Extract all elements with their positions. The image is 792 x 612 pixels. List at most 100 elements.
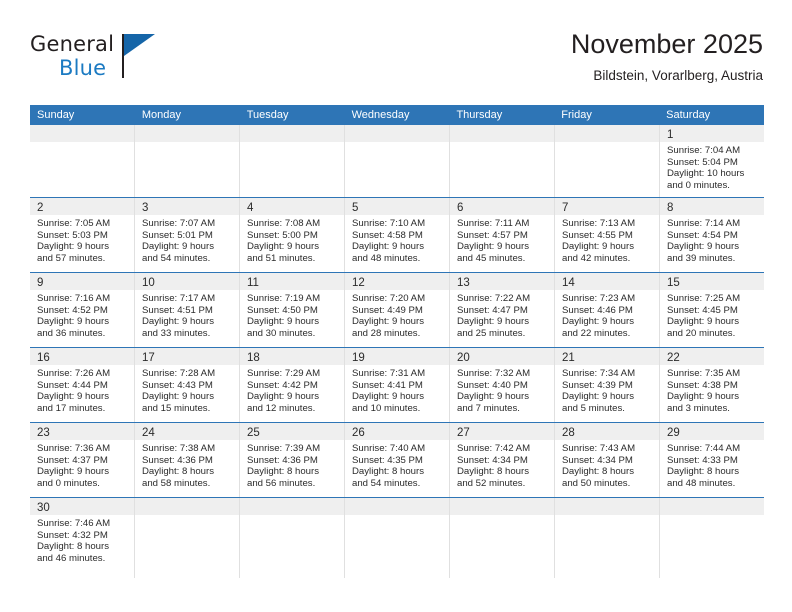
day-number: 6 [457, 202, 464, 214]
day-detail-daylight2: and 28 minutes. [352, 327, 421, 339]
calendar-day-cell[interactable]: 27 Sunrise: 7:42 AM Sunset: 4:34 PM Dayligh… [450, 423, 555, 497]
day-detail-daylight1: Daylight: 9 hours [142, 391, 214, 403]
calendar-day-cell[interactable]: 28 Sunrise: 7:43 AM Sunset: 4:34 PM Dayligh… [555, 423, 660, 497]
day-detail-sunset: Sunset: 4:45 PM [667, 304, 738, 316]
calendar-day-cell[interactable]: 15 Sunrise: 7:25 AM Sunset: 4:45 PM Dayligh… [660, 273, 764, 347]
calendar-day-cell[interactable]: 6 Sunrise: 7:11 AM Sunset: 4:57 PM Daylight… [450, 198, 555, 272]
day-number: 22 [667, 352, 680, 364]
day-number-band: 28 [555, 423, 659, 440]
day-number: 14 [562, 277, 575, 289]
calendar-day-cell[interactable]: 19 Sunrise: 7:31 AM Sunset: 4:41 PM Dayligh… [345, 348, 450, 422]
day-number: 28 [562, 427, 575, 439]
day-detail-daylight2: and 48 minutes. [352, 252, 421, 264]
calendar-day-cell[interactable]: 23 Sunrise: 7:36 AM Sunset: 4:37 PM Dayligh… [30, 423, 135, 497]
day-number-band: 17 [135, 348, 239, 365]
calendar-cell-empty [450, 125, 555, 197]
calendar-day-cell[interactable]: 13 Sunrise: 7:22 AM Sunset: 4:47 PM Dayligh… [450, 273, 555, 347]
day-number: 3 [142, 202, 149, 214]
day-number-band: 27 [450, 423, 554, 440]
calendar-day-cell[interactable]: 8 Sunrise: 7:14 AM Sunset: 4:54 PM Daylight… [660, 198, 764, 272]
calendar-day-cell[interactable]: 14 Sunrise: 7:23 AM Sunset: 4:46 PM Dayligh… [555, 273, 660, 347]
day-detail-sunset: Sunset: 4:33 PM [667, 454, 738, 466]
day-detail-sunset: Sunset: 4:36 PM [142, 454, 213, 466]
day-details: Sunrise: 7:07 AM Sunset: 5:01 PM Daylight:… [135, 215, 239, 264]
day-detail-daylight1: Daylight: 8 hours [457, 466, 529, 478]
day-detail-daylight2: and 12 minutes. [247, 402, 316, 414]
calendar-day-cell[interactable]: 3 Sunrise: 7:07 AM Sunset: 5:01 PM Daylight… [135, 198, 240, 272]
day-detail-daylight2: and 48 minutes. [667, 477, 736, 489]
day-number-band [450, 125, 554, 142]
calendar-day-cell[interactable]: 24 Sunrise: 7:38 AM Sunset: 4:36 PM Dayligh… [135, 423, 240, 497]
day-detail-sunset: Sunset: 4:41 PM [352, 379, 423, 391]
day-number-band: 20 [450, 348, 554, 365]
calendar-day-cell[interactable]: 12 Sunrise: 7:20 AM Sunset: 4:49 PM Dayligh… [345, 273, 450, 347]
day-number: 15 [667, 277, 680, 289]
day-of-week-wednesday: Wednesday [351, 109, 410, 121]
calendar-day-cell[interactable]: 30 Sunrise: 7:46 AM Sunset: 4:32 PM Dayligh… [30, 498, 135, 578]
calendar-week-row: 16 Sunrise: 7:26 AM Sunset: 4:44 PM Dayligh… [30, 347, 764, 422]
day-detail-daylight2: and 36 minutes. [37, 327, 106, 339]
calendar-day-cell[interactable]: 1 Sunrise: 7:04 AM Sunset: 5:04 PM Daylight… [660, 125, 764, 197]
day-number-band [345, 125, 449, 142]
day-detail-sunset: Sunset: 4:35 PM [352, 454, 423, 466]
day-number-band: 23 [30, 423, 134, 440]
calendar-day-cell[interactable]: 17 Sunrise: 7:28 AM Sunset: 4:43 PM Dayligh… [135, 348, 240, 422]
day-detail-daylight1: Daylight: 9 hours [247, 241, 319, 253]
day-number-band: 7 [555, 198, 659, 215]
day-detail-sunset: Sunset: 4:43 PM [142, 379, 213, 391]
day-number-band [345, 498, 449, 515]
day-number-band: 18 [240, 348, 344, 365]
day-number-band: 13 [450, 273, 554, 290]
day-detail-daylight1: Daylight: 8 hours [562, 466, 634, 478]
calendar-week-row: 9 Sunrise: 7:16 AM Sunset: 4:52 PM Daylight… [30, 272, 764, 347]
day-number: 17 [142, 352, 155, 364]
day-detail-sunrise: Sunrise: 7:39 AM [247, 443, 321, 454]
day-details: Sunrise: 7:36 AM Sunset: 4:37 PM Daylight:… [30, 440, 134, 489]
calendar-day-cell[interactable]: 29 Sunrise: 7:44 AM Sunset: 4:33 PM Dayligh… [660, 423, 764, 497]
calendar-day-cell[interactable]: 25 Sunrise: 7:39 AM Sunset: 4:36 PM Dayligh… [240, 423, 345, 497]
calendar-day-cell[interactable]: 4 Sunrise: 7:08 AM Sunset: 5:00 PM Daylight… [240, 198, 345, 272]
day-number: 21 [562, 352, 575, 364]
day-details: Sunrise: 7:31 AM Sunset: 4:41 PM Daylight:… [345, 365, 449, 414]
calendar-day-cell[interactable]: 18 Sunrise: 7:29 AM Sunset: 4:42 PM Dayligh… [240, 348, 345, 422]
day-detail-daylight2: and 52 minutes. [457, 477, 526, 489]
day-detail-daylight1: Daylight: 9 hours [352, 316, 424, 328]
day-detail-sunset: Sunset: 4:34 PM [457, 454, 528, 466]
day-detail-daylight1: Daylight: 9 hours [457, 316, 529, 328]
calendar-day-cell[interactable]: 22 Sunrise: 7:35 AM Sunset: 4:38 PM Dayligh… [660, 348, 764, 422]
day-details: Sunrise: 7:42 AM Sunset: 4:34 PM Daylight:… [450, 440, 554, 489]
day-detail-sunrise: Sunrise: 7:43 AM [562, 443, 636, 454]
calendar-day-cell[interactable]: 26 Sunrise: 7:40 AM Sunset: 4:35 PM Dayligh… [345, 423, 450, 497]
calendar-day-cell[interactable]: 11 Sunrise: 7:19 AM Sunset: 4:50 PM Dayligh… [240, 273, 345, 347]
day-number: 25 [247, 427, 260, 439]
calendar-day-cell[interactable]: 5 Sunrise: 7:10 AM Sunset: 4:58 PM Daylight… [345, 198, 450, 272]
day-detail-sunrise: Sunrise: 7:19 AM [247, 293, 321, 304]
day-number: 19 [352, 352, 365, 364]
day-detail-daylight1: Daylight: 8 hours [142, 466, 214, 478]
calendar-page: General Blue November 2025 Bildstein, Vo… [0, 0, 792, 612]
day-number-band: 24 [135, 423, 239, 440]
day-number-band: 9 [30, 273, 134, 290]
calendar-day-cell[interactable]: 16 Sunrise: 7:26 AM Sunset: 4:44 PM Dayligh… [30, 348, 135, 422]
day-details: Sunrise: 7:35 AM Sunset: 4:38 PM Daylight:… [660, 365, 764, 414]
day-detail-daylight1: Daylight: 8 hours [352, 466, 424, 478]
calendar-day-cell[interactable]: 20 Sunrise: 7:32 AM Sunset: 4:40 PM Dayligh… [450, 348, 555, 422]
calendar-day-cell[interactable]: 10 Sunrise: 7:17 AM Sunset: 4:51 PM Dayligh… [135, 273, 240, 347]
calendar-day-cell[interactable]: 2 Sunrise: 7:05 AM Sunset: 5:03 PM Daylight… [30, 198, 135, 272]
day-number: 12 [352, 277, 365, 289]
day-number: 4 [247, 202, 254, 214]
day-detail-daylight1: Daylight: 9 hours [457, 391, 529, 403]
day-detail-sunrise: Sunrise: 7:40 AM [352, 443, 426, 454]
day-detail-daylight2: and 42 minutes. [562, 252, 631, 264]
day-number-band [240, 498, 344, 515]
day-detail-sunrise: Sunrise: 7:26 AM [37, 368, 111, 379]
calendar-day-cell[interactable]: 7 Sunrise: 7:13 AM Sunset: 4:55 PM Daylight… [555, 198, 660, 272]
calendar-day-cell[interactable]: 21 Sunrise: 7:34 AM Sunset: 4:39 PM Dayligh… [555, 348, 660, 422]
day-number-band [135, 125, 239, 142]
calendar-week-row: 1 Sunrise: 7:04 AM Sunset: 5:04 PM Daylight… [30, 125, 764, 197]
day-detail-sunrise: Sunrise: 7:35 AM [667, 368, 741, 379]
day-number: 26 [352, 427, 365, 439]
day-detail-sunrise: Sunrise: 7:13 AM [562, 218, 636, 229]
calendar-day-cell[interactable]: 9 Sunrise: 7:16 AM Sunset: 4:52 PM Daylight… [30, 273, 135, 347]
day-detail-daylight2: and 5 minutes. [562, 402, 625, 414]
